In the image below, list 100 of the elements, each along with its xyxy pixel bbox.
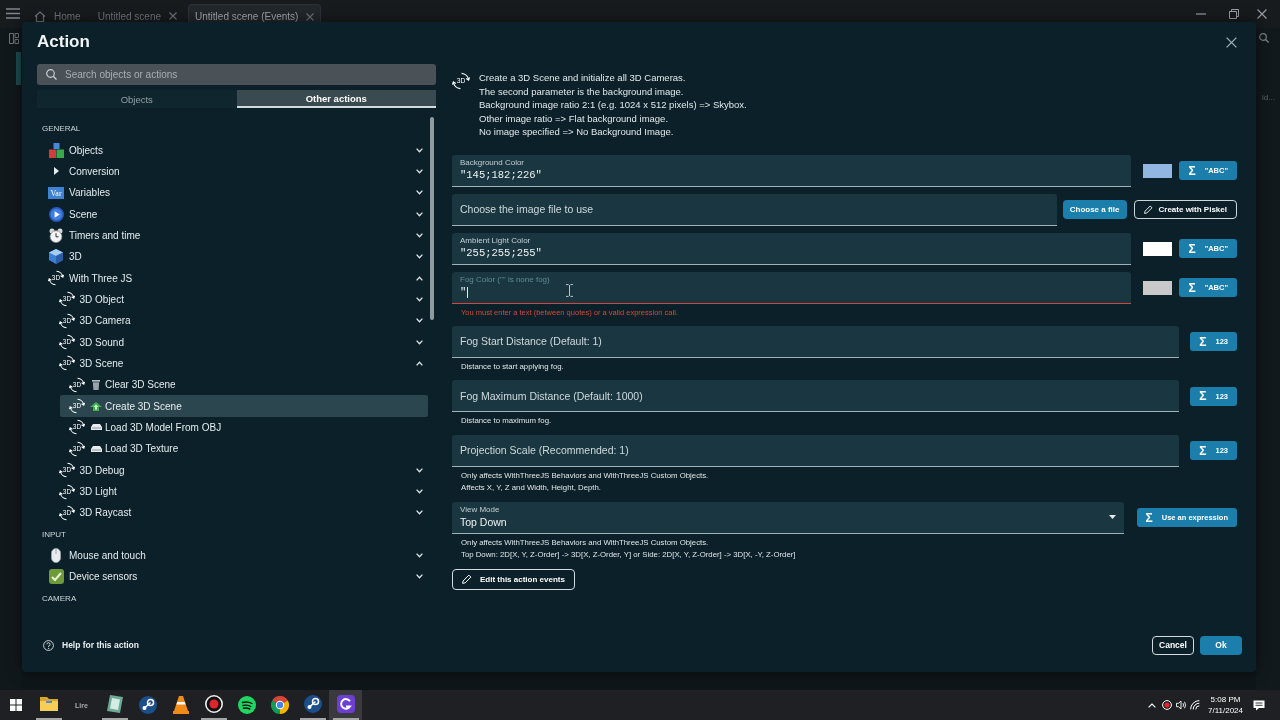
scrollbar-thumb[interactable] [430,117,434,320]
tray-icon [90,424,102,431]
chevron-down-icon[interactable] [416,574,423,580]
dropdown-arrow-icon [1108,515,1116,519]
color-swatch[interactable] [1143,163,1173,178]
windows-logo-icon[interactable] [10,699,22,711]
piskel-button[interactable]: Create with Piskel [1133,200,1237,219]
home-icon [34,10,46,22]
chevron-down-icon[interactable] [416,339,423,345]
pencil-icon [1143,205,1153,214]
layout-icon[interactable] [9,33,19,44]
tray-icon [90,445,102,452]
tree-item[interactable]: Scene [39,203,428,225]
disc-icon [138,696,157,714]
close-icon[interactable] [306,12,315,21]
tree-item[interactable]: Var Variables [39,182,428,204]
text-cursor-icon [566,283,573,297]
cancel-button[interactable]: Cancel [1152,635,1194,655]
sidebar-marker [16,52,21,85]
color-swatch[interactable] [1143,280,1173,295]
choose-file-button[interactable]: Choose a file [1062,200,1127,219]
clock-time: 5:08 PM [1210,694,1241,705]
disc-icon [303,695,322,713]
edit-events-button[interactable]: Edit this action events [452,568,575,590]
variable-icon: Var [48,186,64,199]
tree-item[interactable]: 3D [39,246,428,268]
panel-tab[interactable]: Other actions [236,90,436,108]
input-field[interactable]: Fog Maximum Distance (Default: 1000) [452,380,1180,412]
chevron-down-icon[interactable] [416,296,423,302]
close-icon[interactable] [1226,36,1237,48]
panel-tab[interactable]: Objects [37,90,237,108]
close-icon[interactable] [1257,9,1267,19]
field-label: Ambient Light Color [460,235,531,246]
search-icon[interactable] [1259,33,1269,43]
chevron-down-icon[interactable] [416,190,423,196]
mouse-icon [51,548,61,564]
menu-icon[interactable] [6,8,20,19]
chevron-down-icon[interactable] [416,553,423,559]
color-swatch[interactable] [1143,241,1173,256]
tree-item[interactable]: Objects [39,139,428,161]
chevron-up-icon[interactable] [416,360,423,366]
input-field[interactable]: Fog Start Distance (Default: 1) [452,325,1180,358]
chevron-down-icon[interactable] [416,489,423,494]
chevron-down-icon[interactable] [416,467,423,473]
triangle-icon [53,167,59,176]
restore-icon[interactable] [1229,9,1239,19]
description-line: The second parameter is the background image. [479,84,684,98]
chevron-down-icon[interactable] [416,232,423,238]
dialog-title: Action [37,32,90,52]
record-icon [204,695,223,713]
tree-item[interactable]: Device sensors [39,566,428,588]
help-icon[interactable] [43,639,54,651]
field-value: " [460,284,467,300]
play-icon [48,206,64,222]
field-label: View Mode [460,504,500,515]
input-field[interactable]: Choose the image file to use [452,193,1057,226]
search-field[interactable]: Search objects or actions [37,64,436,85]
cube-icon [49,249,63,265]
chevron-down-icon[interactable] [416,254,423,260]
field-value: Top Down [460,514,507,530]
notebook-icon [106,695,123,713]
section-header: GENERAL [42,124,81,134]
upload-icon [90,401,102,411]
search-icon [46,69,57,80]
field-label: Background Color [460,157,525,168]
help-link[interactable]: Help for this action [62,640,139,650]
description-line: No image specified => No Background Image. [479,125,674,139]
chevron-down-icon[interactable] [416,510,423,516]
chevron-down-icon[interactable] [416,168,423,174]
tree-item[interactable]: Mouse and touch [39,544,428,567]
cubes-icon [48,142,64,158]
check-tile-icon [48,569,64,585]
field-value: "255;255;255" [460,245,542,261]
chevron-down-icon[interactable] [416,318,423,324]
tree-item[interactable]: Timers and time [39,224,428,247]
speaker-icon[interactable] [1176,700,1187,710]
folder-icon [39,697,58,711]
chevron-down-icon[interactable] [416,147,423,153]
ok-button[interactable]: Ok [1200,635,1242,655]
message-icon[interactable] [1253,699,1265,711]
input-field[interactable]: Projection Scale (Recommended: 1) [452,434,1180,467]
chevron-down-icon[interactable] [416,211,423,217]
record-icon[interactable] [1162,700,1172,710]
text-field[interactable]: Background Color "145;182;226" [452,154,1132,187]
taskbar-app[interactable] [329,690,362,720]
description-line: Create a 3D Scene and initialize all 3D Cameras. [479,71,686,85]
app-logo-icon [336,695,355,713]
text-field[interactable]: Ambient Light Color "255;255;255" [452,232,1132,265]
chevron-up-icon[interactable] [416,275,423,281]
section-header: CAMERA [42,593,77,603]
pencil-icon [462,574,472,584]
tree-item[interactable]: Conversion [39,160,428,183]
field-label: Fog Color ("" is none fog) [460,274,550,285]
wave-disc-icon [237,696,256,714]
wifi-icon[interactable] [1190,700,1200,710]
section-header: INPUT [42,529,66,539]
description-line: Background image ratio 2:1 (e.g. 1024 x 512 pixels) => Skybox. [479,98,747,112]
text-field[interactable]: Fog Color ("" is none fog) " [452,271,1132,304]
dropdown-field[interactable]: View Mode Top Down [452,501,1124,534]
close-icon[interactable] [169,12,178,20]
